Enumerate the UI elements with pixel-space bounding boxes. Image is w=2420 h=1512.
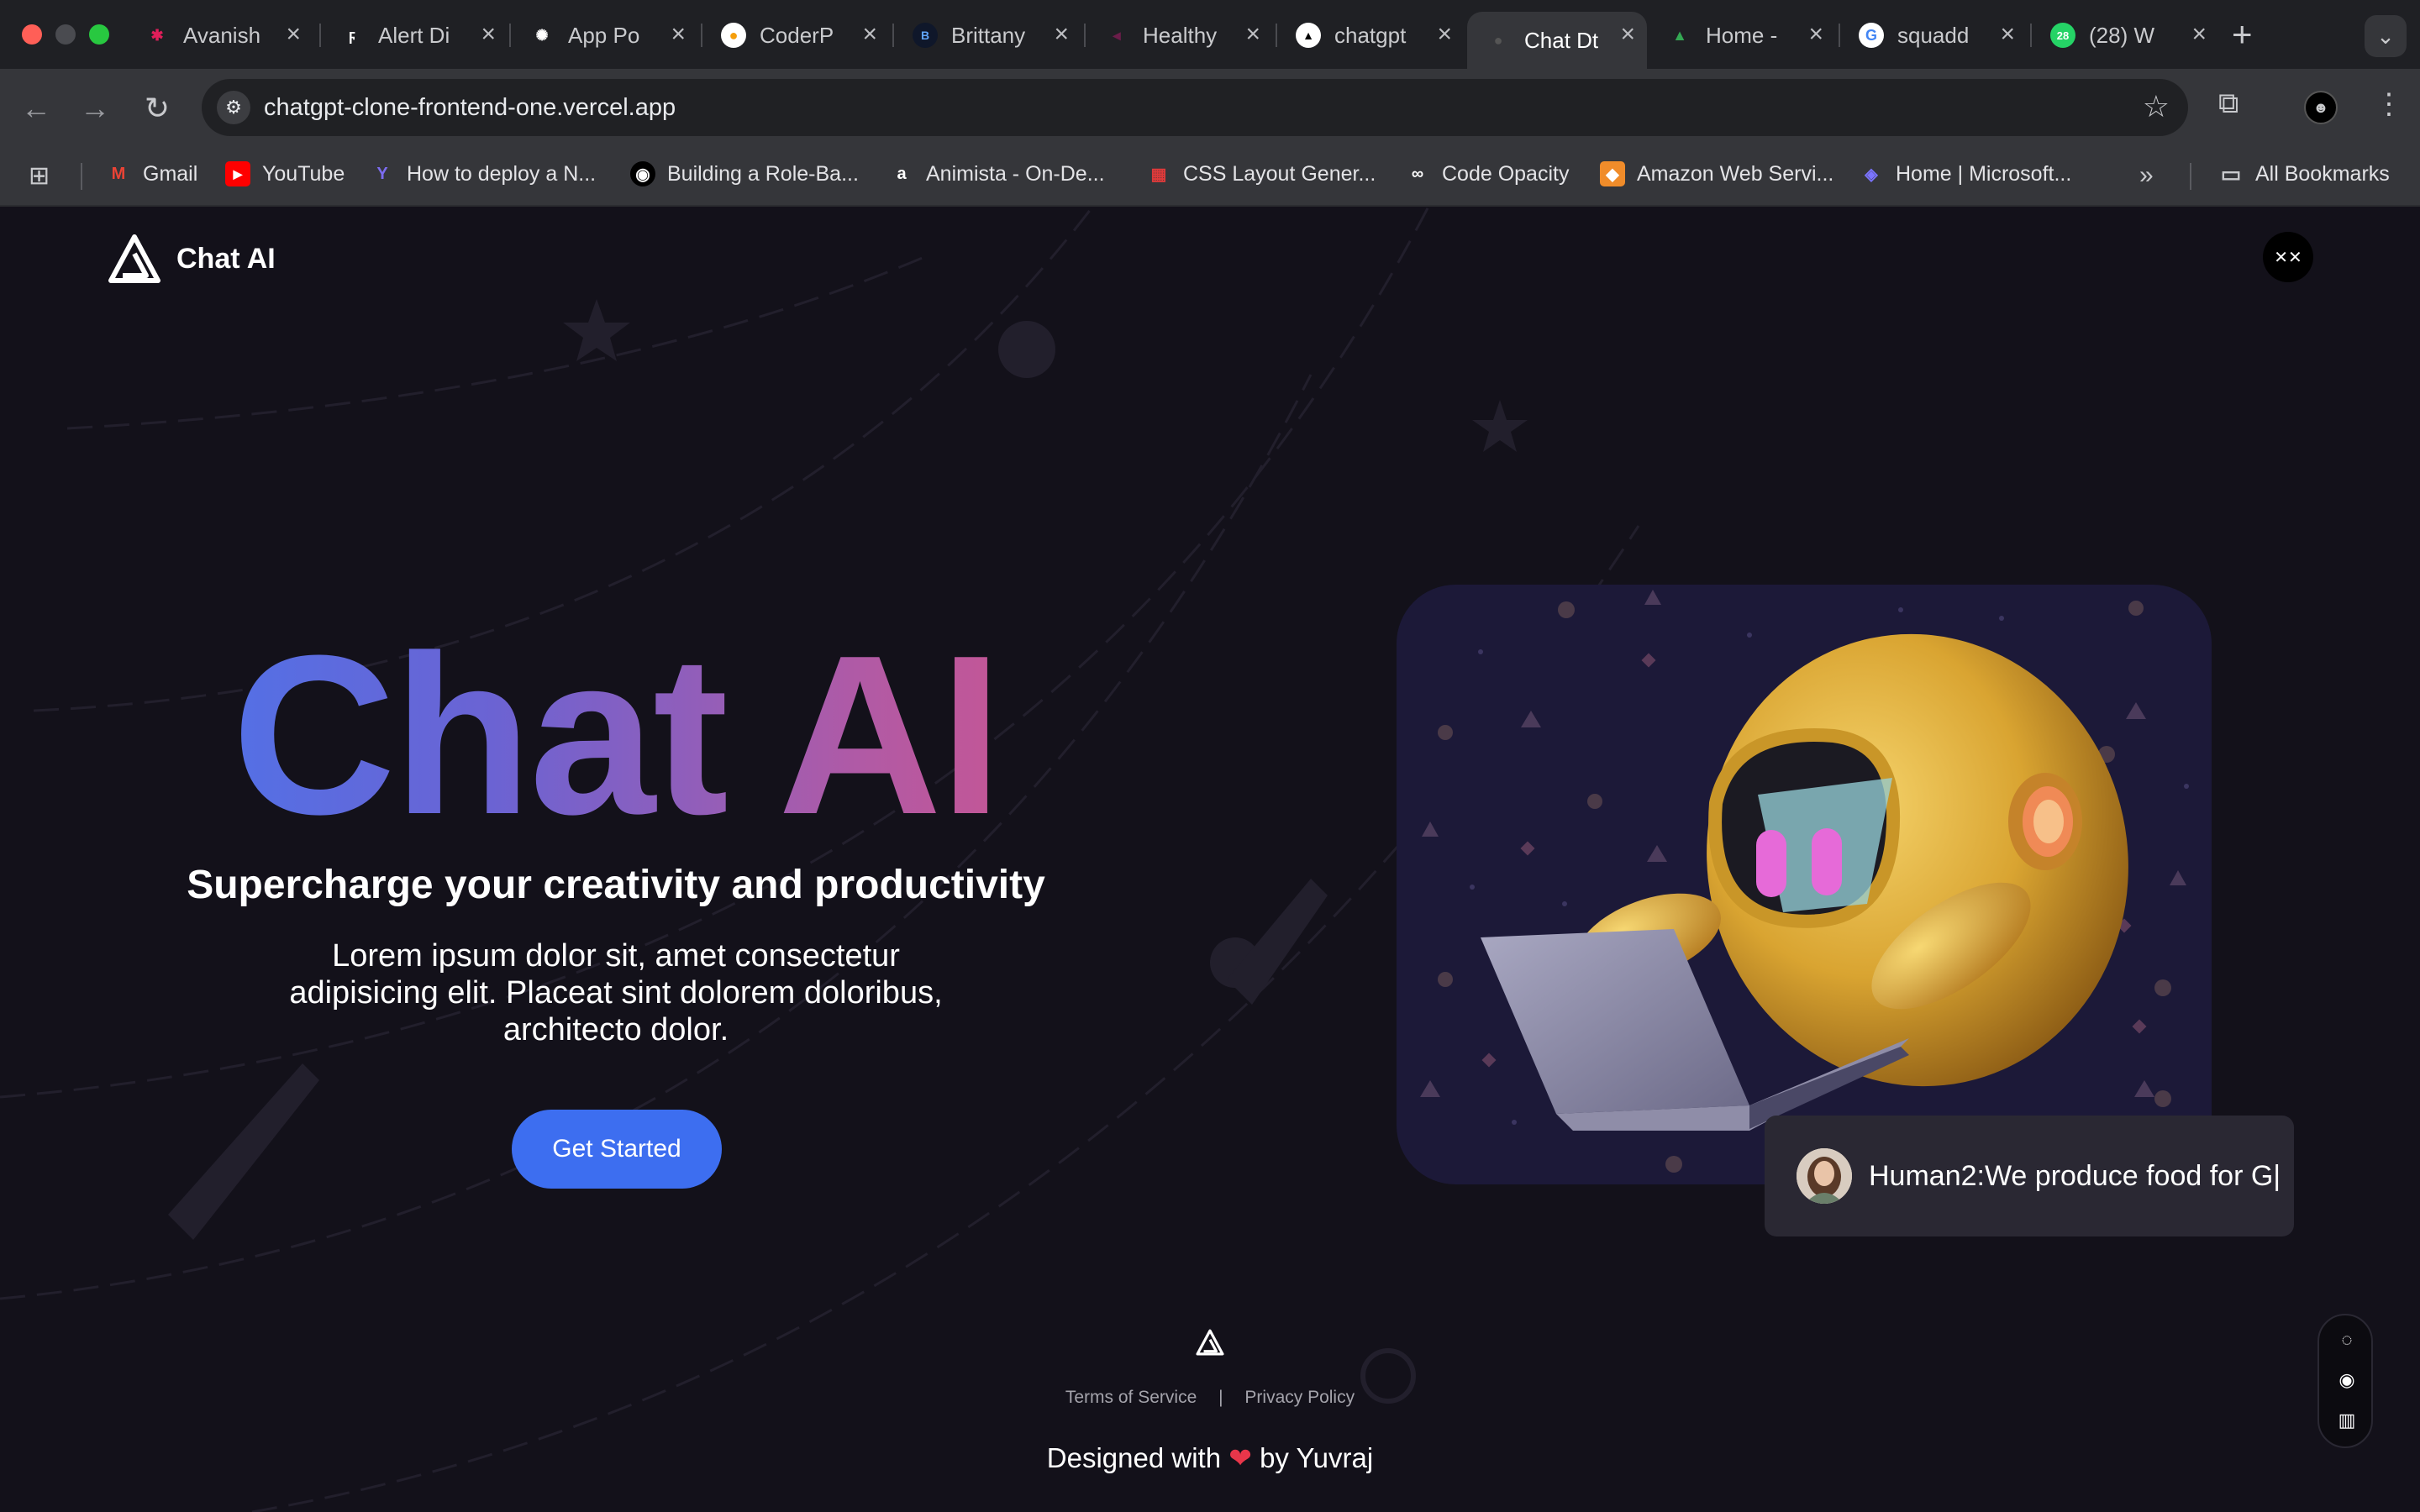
brand-logo[interactable]: Chat AI [108, 234, 276, 284]
brand-name: Chat AI [176, 242, 276, 275]
layout-icon[interactable]: ▥ [2334, 1408, 2360, 1433]
vercel-icon: ▲ [1296, 23, 1321, 48]
bookmark-star-icon[interactable]: ☆ [2143, 89, 2170, 124]
bookmark-code-opacity[interactable]: ∞ Code Opacity [1405, 161, 1570, 186]
user-account-icon[interactable]: ✕✕ [2263, 232, 2313, 282]
new-tab-button[interactable]: + [2232, 13, 2253, 55]
profile-avatar[interactable]: ☻ [2304, 91, 2338, 124]
more-bookmarks-icon[interactable]: » [2139, 161, 2154, 190]
tab-strip: ✱ Avanish × ϝ Alert Di × ✺ App Po × ● Co… [0, 0, 2420, 69]
terms-of-service-link[interactable]: Terms of Service [1065, 1388, 1197, 1407]
back-button[interactable]: ← [15, 87, 57, 129]
heart-icon: ❤ [1228, 1442, 1252, 1473]
coder-icon: ● [721, 23, 746, 48]
glasses-icon: ∞ [1411, 164, 1424, 183]
browser-toolbar: ← → ↻ ⚙ chatgpt-clone-frontend-one.verce… [0, 69, 2420, 146]
hero-title: Chat AI [0, 610, 1232, 862]
footer-credit: Designed with ❤ by Yuvraj [1046, 1442, 1374, 1473]
bookmark-css-layout[interactable]: ▦ CSS Layout Gener... [1146, 161, 1376, 186]
youtube-icon: ▶ [225, 161, 250, 186]
robot-laptop-image [1420, 590, 2189, 1173]
tab-healthy[interactable]: ◂ Healthy × [1086, 12, 1272, 59]
privacy-policy-link[interactable]: Privacy Policy [1244, 1388, 1355, 1407]
close-window-button[interactable] [22, 24, 42, 45]
chat-ai-logo-icon [1196, 1329, 1224, 1356]
grid-icon: ▦ [1150, 165, 1167, 184]
apps-grid-icon[interactable]: ⊞ [29, 161, 50, 191]
user-avatar [1797, 1148, 1852, 1204]
forward-button[interactable]: → [74, 87, 116, 129]
close-tab-icon[interactable]: × [2000, 22, 2015, 47]
folder-icon: ▭ [2220, 160, 2242, 186]
chat-ai-logo-icon [108, 234, 160, 283]
tab-search-button[interactable]: ⌄ [2365, 15, 2407, 57]
microsoft-icon: ◈ [1865, 165, 1878, 184]
close-tab-icon[interactable]: × [1054, 22, 1069, 47]
site-info-icon[interactable]: ⚙ [217, 91, 250, 124]
footer-links: Terms of Service | Privacy Policy [0, 1388, 2420, 1408]
b-icon: B [913, 23, 938, 48]
url-text[interactable]: chatgpt-clone-frontend-one.vercel.app [264, 94, 676, 122]
reload-button[interactable]: ↻ [136, 87, 178, 129]
close-tab-icon[interactable]: × [862, 22, 877, 47]
medium-icon: ◉ [630, 161, 655, 186]
aws-icon: ◆ [1600, 161, 1625, 186]
side-toolbar: ◌ ◉ ▥ [2317, 1314, 2373, 1448]
woman-avatar-image [1797, 1148, 1852, 1204]
bookmark-animista[interactable]: a Animista - On-De... [889, 161, 1104, 186]
tab-whatsapp[interactable]: 28 (28) W × [2032, 12, 2218, 59]
close-tab-icon[interactable]: × [1620, 22, 1635, 47]
tab-alert[interactable]: ϝ Alert Di × [321, 12, 508, 59]
close-tab-icon[interactable]: × [671, 22, 686, 47]
page-content: Chat AI ✕✕ Chat AI Supercharge your crea… [0, 207, 2420, 1512]
tab-avanish[interactable]: ✱ Avanish × [126, 12, 313, 59]
chrome-menu-icon[interactable]: ⋮ [2375, 87, 2403, 121]
close-tab-icon[interactable]: × [1808, 22, 1823, 47]
page-icon: ● [1493, 31, 1503, 49]
bookmark-role-based[interactable]: ◉ Building a Role-Ba... [630, 161, 859, 186]
hero-description: Lorem ipsum dolor sit, amet consectetur … [289, 938, 943, 1047]
close-tab-icon[interactable]: × [1437, 22, 1452, 47]
address-bar[interactable]: ⚙ chatgpt-clone-frontend-one.vercel.app … [202, 79, 2188, 136]
tab-squadd[interactable]: G squadd × [1840, 12, 2027, 59]
tab-brittany[interactable]: B Brittany × [894, 12, 1081, 59]
tab-chatgpt[interactable]: ▲ chatgpt × [1277, 12, 1464, 59]
bookmarks-bar: ⊞ M Gmail ▶ YouTube Y How to deploy a N.… [0, 146, 2420, 207]
tab-coderp[interactable]: ● CoderP × [702, 12, 889, 59]
minimize-window-button[interactable] [55, 24, 76, 45]
chat-preview-text: Human2:We produce food for G| [1869, 1159, 2281, 1192]
chat-bubble-icon[interactable]: ◌ [2334, 1327, 2360, 1352]
animista-icon: a [897, 164, 907, 183]
google-icon: G [1859, 23, 1884, 48]
bookmark-deploy[interactable]: Y How to deploy a N... [370, 161, 596, 186]
whatsapp-icon: 28 [2050, 23, 2075, 48]
robot-illustration [1397, 585, 2212, 1184]
deploy-icon: Y [376, 164, 388, 183]
close-tab-icon[interactable]: × [1245, 22, 1260, 47]
tab-chat-active[interactable]: ● Chat Dt × [1467, 12, 1647, 69]
bookmark-microsoft[interactable]: ◈ Home | Microsoft... [1859, 161, 2071, 186]
bookmark-aws[interactable]: ◆ Amazon Web Servi... [1600, 161, 1833, 186]
close-tab-icon[interactable]: × [2191, 22, 2207, 47]
bookmark-gmail[interactable]: M Gmail [106, 161, 198, 186]
maximize-window-button[interactable] [89, 24, 109, 45]
footer-logo[interactable] [1195, 1329, 1225, 1360]
tab-home-drive[interactable]: ▲ Home - × [1649, 12, 1835, 59]
gmail-icon: M [111, 164, 126, 183]
extensions-icon[interactable]: ⧉ [2218, 87, 2238, 120]
google-drive-icon: ▲ [1672, 26, 1687, 44]
close-tab-icon[interactable]: × [481, 22, 496, 47]
slack-icon: ✱ [150, 26, 164, 44]
hero-subtitle: Supercharge your creativity and producti… [187, 863, 1045, 907]
chat-preview-bubble: Human2:We produce food for G| [1765, 1116, 2294, 1236]
close-tab-icon[interactable]: × [286, 22, 301, 47]
framer-icon: ϝ [348, 26, 356, 44]
footer-separator: | [1218, 1388, 1223, 1407]
health-icon: ◂ [1113, 26, 1121, 44]
tab-app-portal[interactable]: ✺ App Po × [511, 12, 697, 59]
openai-icon: ✺ [535, 26, 549, 44]
all-bookmarks-button[interactable]: ▭ All Bookmarks [2218, 161, 2390, 186]
get-started-button[interactable]: Get Started [512, 1110, 722, 1189]
bookmark-youtube[interactable]: ▶ YouTube [225, 161, 345, 186]
